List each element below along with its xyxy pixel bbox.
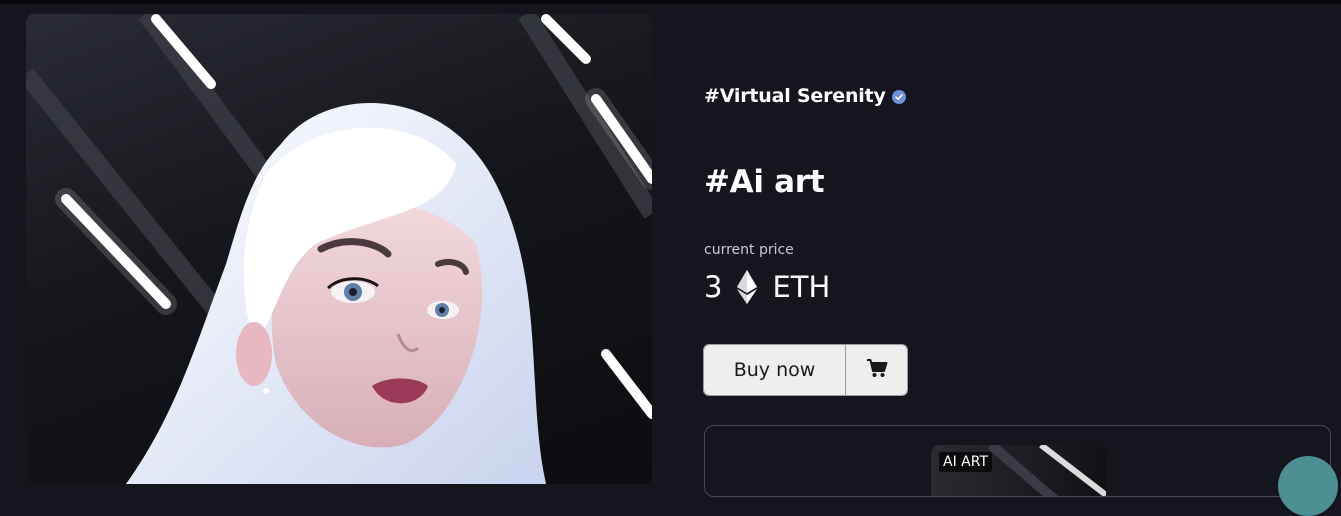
price-label: current price <box>704 242 794 258</box>
price-currency: ETH <box>772 270 831 304</box>
ethereum-icon <box>736 270 758 304</box>
nft-artwork-image[interactable] <box>26 14 652 484</box>
related-item-badge: AI ART <box>939 452 992 472</box>
nft-title: #Ai art <box>704 164 825 200</box>
cart-icon <box>866 358 888 382</box>
price-display: 3 ETH <box>704 270 830 304</box>
top-border <box>0 0 1341 4</box>
buy-now-button[interactable]: Buy now <box>704 345 846 395</box>
related-items-card: AI ART <box>704 425 1331 497</box>
buy-button-group: Buy now <box>703 344 908 396</box>
floating-action-button[interactable] <box>1278 456 1338 516</box>
creator-name[interactable]: #Virtual Serenity <box>704 85 906 107</box>
related-item-thumbnail[interactable]: AI ART <box>931 445 1106 496</box>
add-to-cart-button[interactable] <box>846 345 907 395</box>
creator-label[interactable]: #Virtual Serenity <box>704 85 886 107</box>
verified-icon <box>891 90 906 104</box>
price-amount: 3 <box>704 270 723 304</box>
